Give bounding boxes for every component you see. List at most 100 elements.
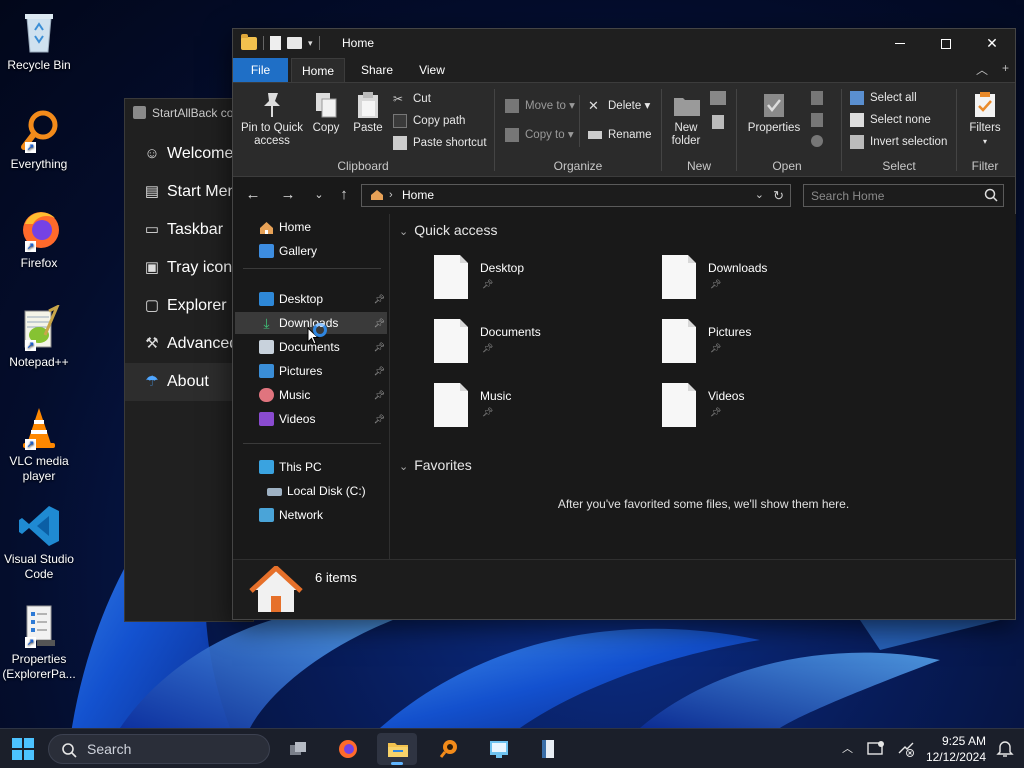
taskbar-notebook[interactable] (528, 733, 568, 765)
copy-button[interactable]: Copy (309, 91, 343, 135)
taskbar-control-panel[interactable] (479, 733, 519, 765)
quick-access-item-downloads[interactable]: Downloads 📌︎ (662, 255, 862, 305)
customize-toolbar-chevron-icon[interactable]: ▾ (308, 38, 313, 49)
task-view-icon (288, 739, 308, 759)
favorites-header[interactable]: ⌄ Favorites (399, 457, 472, 473)
move-to-label: Move to (525, 100, 566, 112)
open-icon[interactable] (811, 91, 823, 105)
quick-access-header[interactable]: ⌄ Quick access (399, 222, 497, 238)
nav-item-this-pc[interactable]: This PC (235, 456, 387, 478)
quick-access-item-pictures[interactable]: Pictures 📌︎ (662, 319, 862, 369)
desktop-icon-recycle-bin[interactable]: Recycle Bin (2, 8, 76, 73)
paste-button[interactable]: Paste (349, 91, 387, 135)
back-button[interactable]: ← (243, 185, 263, 205)
address-history-chevron-icon[interactable]: ⌄ (755, 185, 764, 206)
quick-access-item-desktop[interactable]: Desktop 📌︎ (434, 255, 634, 305)
maximize-button[interactable] (923, 29, 969, 58)
taskbar-file-explorer[interactable] (377, 733, 417, 765)
refresh-icon[interactable]: ↻ (773, 185, 784, 206)
paste-shortcut-button[interactable]: Paste shortcut (393, 133, 487, 153)
properties-quick-icon[interactable] (270, 36, 281, 50)
nav-label: Desktop (279, 292, 324, 306)
start-button[interactable] (12, 738, 34, 760)
edit-icon[interactable] (811, 113, 823, 127)
desktop-icon-vscode[interactable]: Visual Studio Code (2, 502, 76, 582)
properties-button[interactable]: Properties (745, 91, 803, 135)
taskbar-task-view[interactable] (278, 733, 318, 765)
new-folder-button[interactable]: New folder (664, 91, 708, 148)
collapse-ribbon-chevron-icon[interactable]: ︿ (976, 61, 988, 78)
quick-access-item-music[interactable]: Music 📌︎ (434, 383, 634, 433)
network-disconnected-icon[interactable] (896, 739, 916, 759)
filters-label: Filters (969, 122, 1001, 134)
tab-file[interactable]: File (233, 58, 288, 82)
delete-button[interactable]: ✕ Delete ▾ (588, 96, 650, 116)
show-hidden-icons-chevron-icon[interactable]: ︿ (842, 729, 856, 768)
search-box[interactable] (803, 184, 1004, 207)
history-icon[interactable] (811, 135, 823, 147)
address-bar[interactable]: › Home ⌄ ↻ (361, 184, 791, 207)
notification-bell-icon[interactable] (996, 739, 1014, 759)
desktop-icon-everything[interactable]: ↗ Everything (2, 107, 76, 172)
new-folder-quick-icon[interactable] (287, 37, 302, 49)
action-center-tray-icon[interactable] (866, 739, 886, 759)
minimize-button[interactable] (877, 29, 923, 58)
forward-button[interactable]: → (278, 185, 298, 205)
recent-locations-button[interactable]: ⌄ (309, 185, 329, 205)
pin-label: Pin to Quick access (241, 122, 303, 147)
ribbon-group-organize: Move to ▾ Copy to ▾ ✕ Delete ▾ Rename Org… (495, 83, 661, 176)
copy-path-button[interactable]: Copy path (393, 111, 465, 131)
nav-item-pictures[interactable]: Pictures 📌︎ (235, 360, 387, 382)
easy-access-icon[interactable] (712, 115, 724, 129)
search-input[interactable] (804, 185, 974, 206)
paste-shortcut-icon (393, 136, 407, 150)
new-folder-icon (673, 91, 700, 119)
tab-share[interactable]: Share (361, 58, 393, 82)
nav-item-music[interactable]: Music 📌︎ (235, 384, 387, 406)
help-plus-icon[interactable]: + (1002, 61, 1009, 78)
clock[interactable]: 9:25 AM 12/12/2024 (924, 733, 986, 765)
pin-icon: 📌︎ (482, 279, 494, 289)
taskbar-firefox[interactable] (328, 733, 368, 765)
desktop-icon-firefox[interactable]: ↗ Firefox (2, 206, 76, 271)
breadcrumb[interactable]: Home (402, 185, 434, 206)
nav-item-network[interactable]: Network (235, 504, 387, 526)
up-button[interactable]: ↑ (334, 185, 354, 205)
select-none-button[interactable]: Select none (850, 110, 931, 130)
select-all-button[interactable]: Select all (850, 88, 917, 108)
cut-button[interactable]: ✂ Cut (393, 89, 431, 109)
file-icon (434, 255, 468, 299)
new-item-icon[interactable] (710, 91, 726, 105)
nav-item-gallery[interactable]: Gallery (235, 240, 387, 262)
ribbon-group-filter: Filters ▾ Filter (957, 83, 1013, 176)
filters-button[interactable]: Filters ▾ (961, 91, 1009, 148)
taskbar-everything[interactable] (429, 733, 469, 765)
filters-clipboard-icon (972, 91, 998, 119)
copy-to-button[interactable]: Copy to ▾ (505, 125, 574, 145)
nav-item-local-disk[interactable]: Local Disk (C:) (235, 480, 387, 502)
nav-item-home[interactable]: Home (235, 216, 387, 238)
explorer-titlebar[interactable]: ▾ Home ✕ (233, 29, 1015, 58)
file-icon (662, 255, 696, 299)
close-button[interactable]: ✕ (969, 29, 1015, 58)
desktop-icon-notepadpp[interactable]: ↗ Notepad++ (2, 303, 76, 370)
nav-item-videos[interactable]: Videos 📌︎ (235, 408, 387, 430)
invert-selection-button[interactable]: Invert selection (850, 132, 947, 152)
vscode-icon (15, 502, 63, 550)
move-to-button[interactable]: Move to ▾ (505, 96, 575, 116)
quick-access-item-videos[interactable]: Videos 📌︎ (662, 383, 862, 433)
pin-to-quick-access-button[interactable]: Pin to Quick access (237, 91, 307, 148)
everything-search-icon: ↗ (15, 107, 63, 155)
ribbon-group-select: Select all Select none Invert selection … (842, 83, 956, 176)
desktop-icon-vlc[interactable]: ↗ VLC media player (2, 404, 76, 484)
nav-item-desktop[interactable]: Desktop 📌︎ (235, 288, 387, 310)
taskbar-search[interactable]: Search (48, 734, 270, 764)
desktop-icon-properties[interactable]: ↗ Properties (ExplorerPa... (2, 602, 76, 682)
nav-label: Videos (279, 412, 316, 426)
tab-home[interactable]: Home (291, 58, 345, 82)
group-label-select: Select (882, 159, 916, 173)
tab-view[interactable]: View (418, 58, 446, 82)
quick-access-item-documents[interactable]: Documents 📌︎ (434, 319, 634, 369)
file-explorer-window[interactable]: ▾ Home ✕ File Home Share View ︿ + Pin to… (232, 28, 1016, 620)
rename-button[interactable]: Rename (588, 125, 651, 145)
